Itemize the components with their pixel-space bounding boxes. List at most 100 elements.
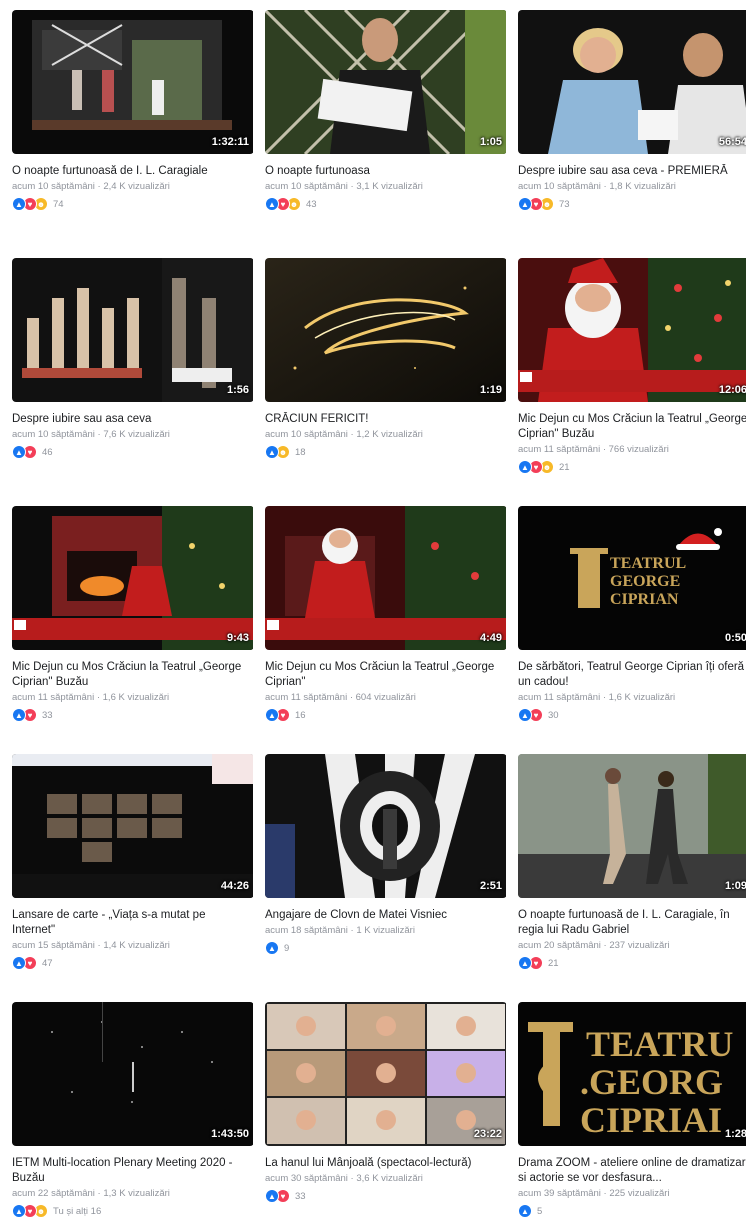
video-grid: 1:32:11 O noapte furtunoasă de I. L. Car…	[0, 0, 746, 1227]
reactions-summary[interactable]: ▲ ♥ ☻ Tu și alți 16	[12, 1203, 253, 1219]
video-title[interactable]: Angajare de Clovn de Matei Visniec	[265, 908, 501, 923]
video-duration: 23:22	[473, 1128, 502, 1140]
video-card[interactable]: 1:05 O noapte furtunoasa acum 10 săptămâ…	[253, 0, 506, 248]
video-title[interactable]: Mic Dejun cu Mos Crăciun la Teatrul „Geo…	[265, 660, 501, 690]
video-thumbnail[interactable]: 1:09	[518, 754, 746, 898]
video-card[interactable]: 56:54 Despre iubire sau asa ceva - PREMI…	[506, 0, 746, 248]
video-duration: 9:43	[226, 632, 249, 644]
video-card[interactable]: TEATRUL GEORGE CIPRIAN 0:50 De sărbători, …	[506, 496, 746, 744]
video-title[interactable]: La hanul lui Mânjoală (spectacol-lectură…	[265, 1156, 501, 1171]
video-meta: acum 20 săptămâni · 237 vizualizări	[518, 940, 670, 951]
video-card[interactable]: 4:49 Mic Dejun cu Mos Crăciun la Teatrul…	[253, 496, 506, 744]
video-card[interactable]: 2:51 Angajare de Clovn de Matei Visniec …	[253, 744, 506, 992]
thumbnail-image	[518, 754, 746, 898]
video-thumbnail[interactable]: TEATRUL GEORGE CIPRIAN 0:50	[518, 506, 746, 650]
video-title[interactable]: O noapte furtunoasă de I. L. Caragiale	[12, 164, 248, 179]
video-thumbnail[interactable]: 2:51	[265, 754, 506, 898]
reaction-count: 30	[548, 709, 559, 721]
video-thumbnail[interactable]: 12:06	[518, 258, 746, 402]
like-reaction-icon: ▲	[265, 197, 279, 211]
reaction-count: 43	[306, 198, 317, 210]
video-card[interactable]: 23:22 La hanul lui Mânjoală (spectacol-l…	[253, 992, 506, 1227]
video-thumbnail[interactable]: 1:19	[265, 258, 506, 402]
video-card[interactable]: 1:09 O noapte furtunoasă de I. L. Caragi…	[506, 744, 746, 992]
video-thumbnail[interactable]: 9:43	[12, 506, 253, 650]
video-duration: 1:09	[724, 880, 746, 892]
video-title[interactable]: CRĂCIUN FERICIT!	[265, 412, 501, 427]
video-meta: acum 11 săptămâni · 766 vizualizări	[518, 444, 669, 455]
video-thumbnail[interactable]: 44:26	[12, 754, 253, 898]
video-meta: acum 22 săptămâni · 1,3 K vizualizări	[12, 1188, 170, 1199]
thumbnail-image	[518, 10, 746, 154]
like-reaction-icon: ▲	[12, 1204, 26, 1218]
reaction-count: 47	[42, 957, 53, 969]
video-title[interactable]: Despre iubire sau asa ceva	[12, 412, 248, 427]
video-thumbnail[interactable]: 56:54	[518, 10, 746, 154]
reactions-summary[interactable]: ▲ ♥ ☻ 43	[265, 196, 506, 212]
video-card[interactable]: 1:56 Despre iubire sau asa ceva acum 10 …	[0, 248, 253, 496]
video-card[interactable]: 1:32:11 O noapte furtunoasă de I. L. Car…	[0, 0, 253, 248]
video-card[interactable]: 9:43 Mic Dejun cu Mos Crăciun la Teatrul…	[0, 496, 253, 744]
video-title[interactable]: O noapte furtunoasă de I. L. Caragiale, …	[518, 908, 746, 938]
reactions-summary[interactable]: ▲ ♥ 21	[518, 955, 746, 971]
reactions-summary[interactable]: ▲ ♥ ☻ 21	[518, 459, 746, 475]
video-card[interactable]: 1:43:50 IETM Multi-location Plenary Meet…	[0, 992, 253, 1227]
reaction-count: 74	[53, 198, 64, 210]
video-thumbnail[interactable]: 1:56	[12, 258, 253, 402]
video-title[interactable]: Despre iubire sau asa ceva - PREMIERĂ	[518, 164, 746, 179]
reactions-summary[interactable]: ▲ ♥ 33	[12, 707, 253, 723]
video-title[interactable]: IETM Multi-location Plenary Meeting 2020…	[12, 1156, 248, 1186]
reactions-summary[interactable]: ▲ 5	[518, 1203, 746, 1219]
thumbnail-image	[265, 506, 506, 650]
reactions-summary[interactable]: ▲ ♥ ☻ 74	[12, 196, 253, 212]
like-reaction-icon: ▲	[518, 460, 532, 474]
thumbnail-image: TEATRULGEORGECIPRIAN	[518, 506, 746, 650]
video-title[interactable]: Mic Dejun cu Mos Crăciun la Teatrul „Geo…	[518, 412, 746, 442]
video-title[interactable]: Drama ZOOM - ateliere online de dramatiz…	[518, 1156, 746, 1186]
video-title[interactable]: Mic Dejun cu Mos Crăciun la Teatrul „Geo…	[12, 660, 248, 690]
reaction-count: 9	[284, 942, 290, 954]
reaction-count: 21	[559, 461, 570, 473]
video-thumbnail[interactable]: 23:22	[265, 1002, 506, 1146]
reaction-count: 5	[537, 1205, 543, 1217]
thumbnail-image	[265, 258, 506, 402]
video-meta: acum 15 săptămâni · 1,4 K vizualizări	[12, 940, 170, 951]
reaction-count: 46	[42, 446, 53, 458]
svg-text:GEORGE: GEORGE	[610, 573, 680, 590]
reaction-count: 16	[295, 709, 306, 721]
reactions-summary[interactable]: ▲ ♥ ☻ 73	[518, 196, 746, 212]
video-title[interactable]: Lansare de carte - „Viața s-a mutat pe I…	[12, 908, 248, 938]
video-card[interactable]: 12:06 Mic Dejun cu Mos Crăciun la Teatru…	[506, 248, 746, 496]
reactions-summary[interactable]: ▲ ♥ 47	[12, 955, 253, 971]
video-thumbnail[interactable]: 1:05	[265, 10, 506, 154]
reactions-summary[interactable]: ▲ ♥ 46	[12, 444, 253, 460]
video-thumbnail[interactable]: 1:43:50	[12, 1002, 253, 1146]
svg-text:CIPRIAI: CIPRIAI	[580, 1100, 722, 1140]
video-title[interactable]: De sărbători, Teatrul George Ciprian îți…	[518, 660, 746, 690]
video-title[interactable]: O noapte furtunoasa	[265, 164, 501, 179]
video-duration: 1:05	[479, 136, 502, 148]
video-meta: acum 10 săptămâni · 1,2 K vizualizări	[265, 429, 423, 440]
reactions-summary[interactable]: ▲ ♥ 30	[518, 707, 746, 723]
like-reaction-icon: ▲	[265, 941, 279, 955]
video-card[interactable]: 1:19 CRĂCIUN FERICIT! acum 10 săptămâni …	[253, 248, 506, 496]
reaction-count: 18	[295, 446, 306, 458]
thumbnail-image	[265, 1002, 506, 1146]
like-reaction-icon: ▲	[12, 445, 26, 459]
video-duration: 1:19	[479, 384, 502, 396]
reactions-summary[interactable]: ▲ ♥ 33	[265, 1188, 506, 1204]
video-thumbnail[interactable]: TEATRU .GEORG CIPRIAI 1:28	[518, 1002, 746, 1146]
reaction-count: 33	[295, 1190, 306, 1202]
reactions-summary[interactable]: ▲ 9	[265, 940, 506, 956]
thumbnail-image	[12, 1002, 253, 1146]
svg-text:TEATRU: TEATRU	[586, 1024, 733, 1064]
video-card[interactable]: 44:26 Lansare de carte - „Viața s-a muta…	[0, 744, 253, 992]
video-card[interactable]: TEATRU .GEORG CIPRIAI 1:28 Drama ZOOM - at…	[506, 992, 746, 1227]
thumbnail-image	[518, 258, 746, 402]
reactions-summary[interactable]: ▲ ♥ 16	[265, 707, 506, 723]
video-thumbnail[interactable]: 1:32:11	[12, 10, 253, 154]
video-duration: 56:54	[718, 136, 746, 148]
reactions-summary[interactable]: ▲ ☻ 18	[265, 444, 506, 460]
video-thumbnail[interactable]: 4:49	[265, 506, 506, 650]
video-meta: acum 18 săptămâni · 1 K vizualizări	[265, 925, 415, 936]
